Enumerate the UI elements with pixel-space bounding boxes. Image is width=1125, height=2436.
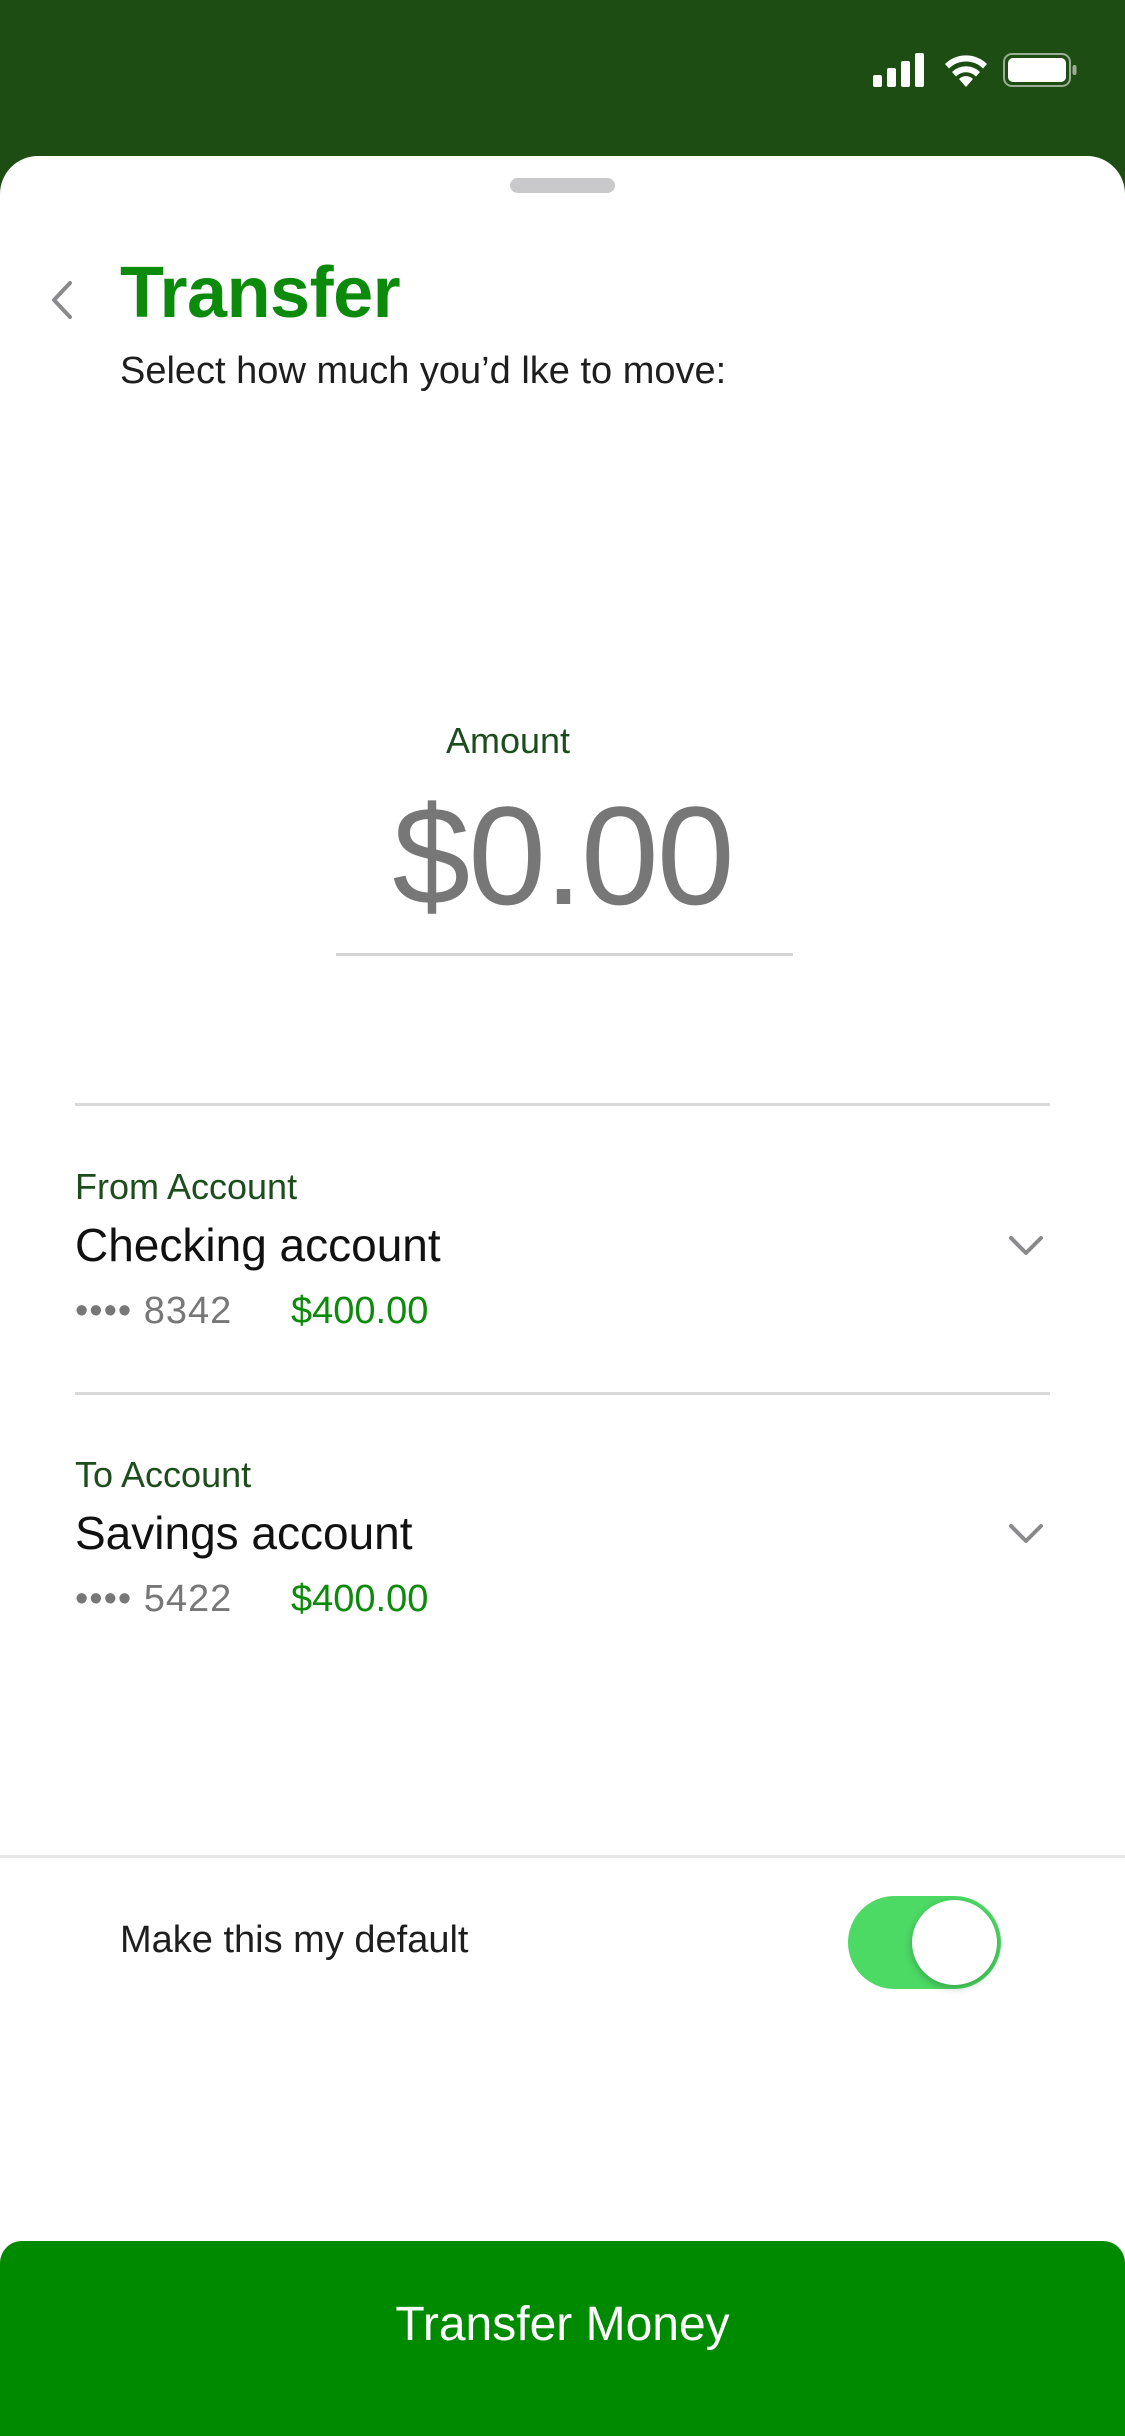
transfer-money-button-label: Transfer Money — [395, 2298, 730, 2351]
status-bar — [0, 0, 1125, 156]
to-account-selector[interactable]: To Account Savings account •••• 5422 $40… — [75, 1454, 1050, 1654]
divider — [75, 1103, 1050, 1106]
chevron-left-icon — [50, 280, 74, 325]
to-account-name: Savings account — [75, 1507, 413, 1559]
default-setting-label: Make this my default — [120, 1919, 469, 1961]
cellular-signal-icon — [873, 53, 927, 87]
from-account-name: Checking account — [75, 1219, 441, 1271]
amount-label: Amount — [445, 720, 571, 761]
divider — [75, 1392, 1050, 1395]
wifi-icon — [943, 53, 989, 87]
to-account-caption: To Account — [75, 1454, 252, 1495]
chevron-down-icon[interactable] — [1002, 1222, 1050, 1270]
from-account-balance: $400.00 — [291, 1290, 429, 1332]
to-account-number: •••• 5422 — [75, 1578, 233, 1620]
page-title: Transfer — [120, 253, 401, 333]
toggle-knob — [912, 1900, 997, 1985]
chevron-down-icon[interactable] — [1002, 1510, 1050, 1558]
from-account-number: •••• 8342 — [75, 1290, 233, 1332]
page-subtitle: Select how much you’d lke to move: — [120, 350, 727, 392]
back-button[interactable] — [38, 266, 86, 338]
to-account-balance: $400.00 — [291, 1578, 429, 1620]
status-icons — [873, 48, 1077, 92]
default-toggle[interactable] — [848, 1896, 1001, 1989]
section-divider — [0, 1855, 1125, 1858]
from-account-selector[interactable]: From Account Checking account •••• 8342 … — [75, 1166, 1050, 1366]
transfer-money-button[interactable]: Transfer Money — [0, 2241, 1125, 2436]
transfer-sheet: Transfer Select how much you’d lke to mo… — [0, 156, 1125, 2436]
amount-input[interactable]: $0.00 — [336, 776, 789, 936]
battery-icon — [1003, 53, 1077, 87]
sheet-grabber-handle[interactable] — [510, 178, 615, 193]
from-account-caption: From Account — [75, 1166, 298, 1207]
amount-input-underline — [336, 953, 793, 956]
